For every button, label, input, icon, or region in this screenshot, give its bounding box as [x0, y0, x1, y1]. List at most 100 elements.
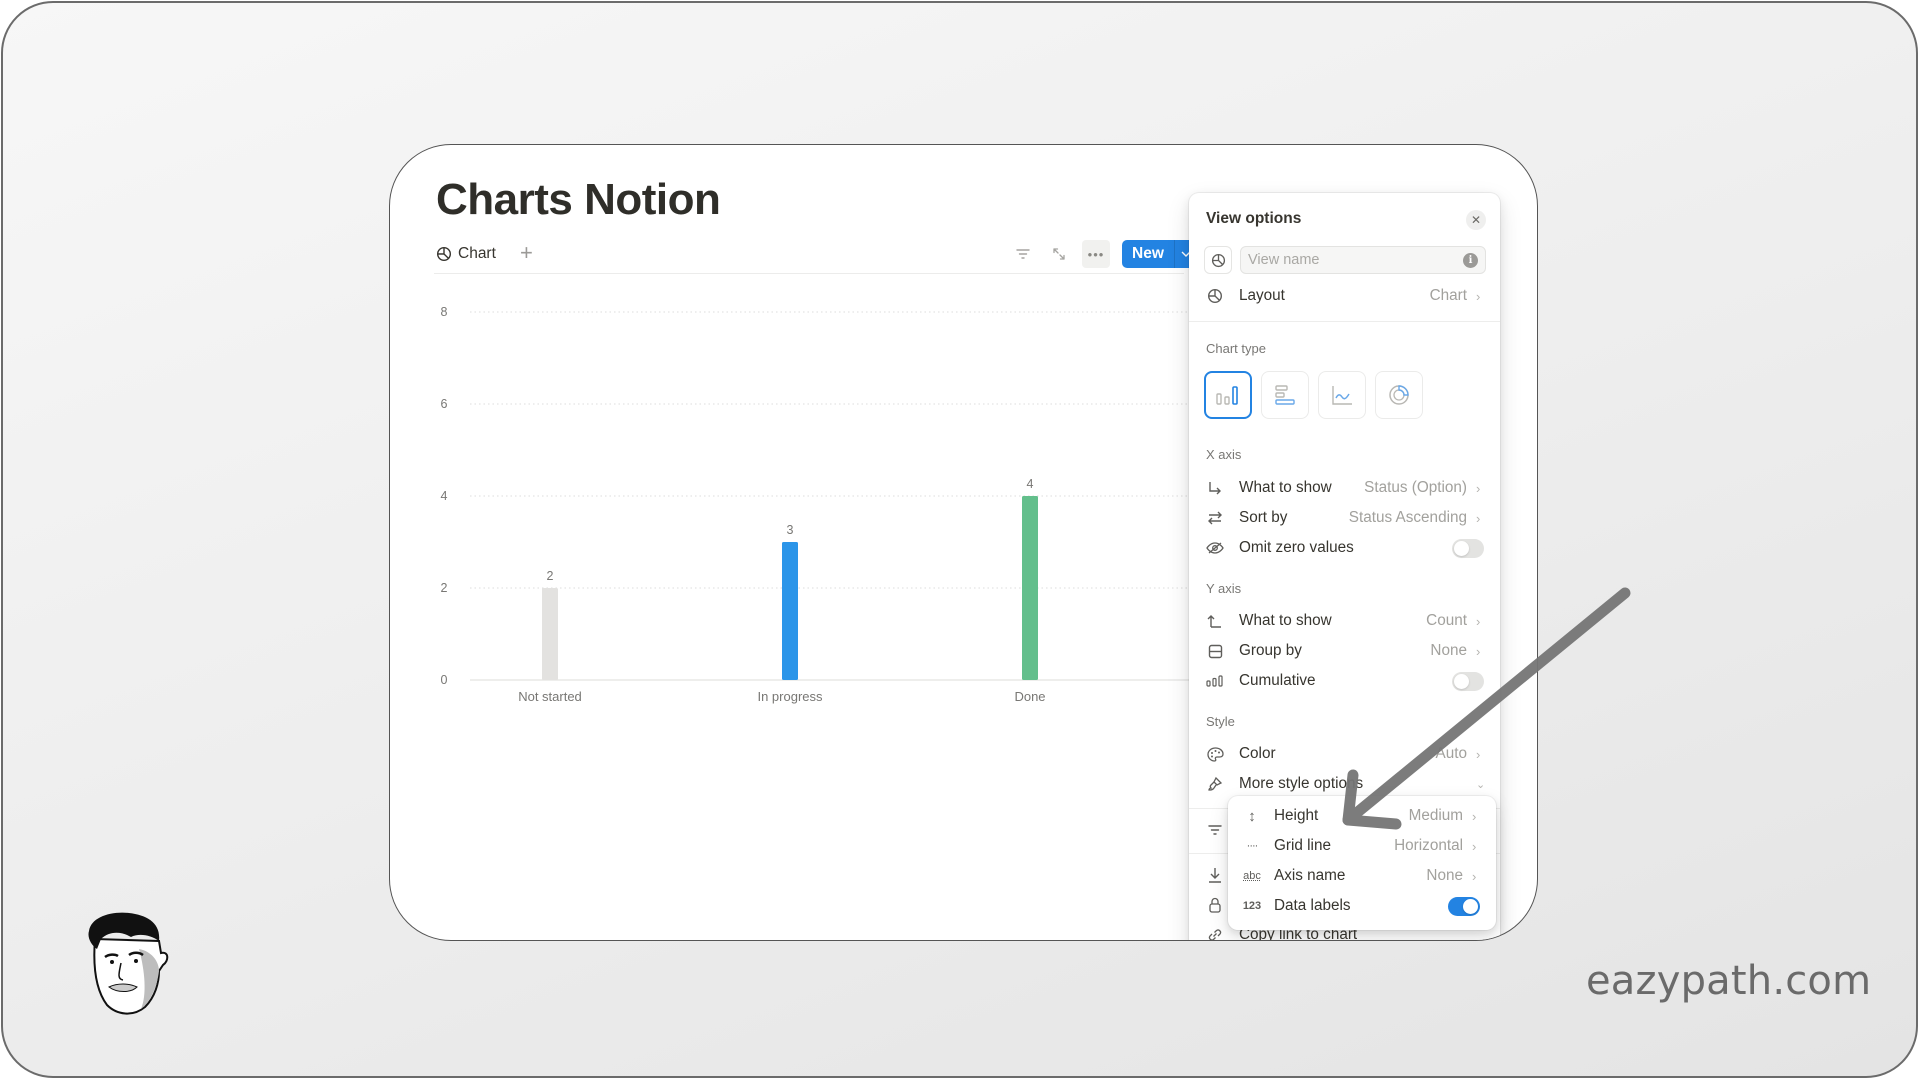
y-tick-label: 0 — [441, 673, 448, 687]
x-what-to-show-row[interactable]: What to show Status (Option) › — [1195, 473, 1494, 503]
chart-type-horizontal-bar[interactable] — [1261, 371, 1309, 419]
chart-type-line[interactable] — [1318, 371, 1366, 419]
group-by-value: None — [1430, 642, 1467, 659]
x-tick-label: In progress — [757, 689, 823, 704]
horizontal-bar-chart-icon — [1275, 385, 1295, 405]
chart-pie-icon — [1207, 288, 1223, 304]
cumulative-toggle[interactable] — [1452, 671, 1484, 691]
chart-type-vertical-bar[interactable] — [1204, 371, 1252, 419]
filter-icon — [1208, 825, 1222, 835]
data-label: 2 — [547, 569, 554, 583]
chevron-down-icon: ⌄ — [1476, 778, 1486, 791]
axis-name-row[interactable]: abc Axis name None › — [1232, 861, 1490, 891]
add-view-button[interactable]: + — [520, 241, 533, 265]
layout-row[interactable]: Layout Chart › — [1195, 281, 1494, 311]
eye-off-icon — [1206, 542, 1224, 554]
new-button-group: New — [1122, 240, 1198, 268]
bar-not-started — [542, 588, 558, 680]
omit-zero-toggle[interactable] — [1452, 538, 1484, 558]
y-what-to-show-value: Count — [1426, 612, 1467, 629]
chart-type-donut[interactable] — [1375, 371, 1423, 419]
y-tick-label: 2 — [441, 581, 448, 595]
filter-icon — [1016, 249, 1030, 259]
close-icon: ✕ — [1470, 213, 1482, 227]
chart-pie-icon — [436, 246, 452, 262]
data-label: 4 — [1027, 477, 1034, 491]
video-frame: Charts Notion Chart + ••• New 0 2 4 6 8 … — [1, 1, 1918, 1078]
expand-button[interactable] — [1046, 241, 1072, 267]
grid-line-row[interactable]: ···· Grid line Horizontal › — [1232, 831, 1490, 861]
color-value: Auto — [1435, 745, 1467, 762]
omit-zero-row: Omit zero values — [1195, 533, 1494, 563]
dotted-line-icon: ···· — [1246, 840, 1259, 852]
height-value: Medium — [1408, 807, 1463, 824]
chevron-right-icon: › — [1476, 510, 1481, 526]
more-style-options-label: More style options — [1239, 775, 1364, 792]
new-button[interactable]: New — [1122, 240, 1174, 268]
panel-title: View options — [1206, 210, 1302, 227]
close-button[interactable]: ✕ — [1466, 210, 1486, 230]
style-label: Style — [1206, 714, 1235, 729]
numbers-123-icon: 123 — [1242, 900, 1262, 912]
bar-chart: 0 2 4 6 8 2 Not started 3 In progress 4 Done — [430, 295, 1190, 865]
chart-type-label: Chart type — [1206, 341, 1266, 356]
more-options-button[interactable]: ••• — [1082, 240, 1110, 268]
view-icon-picker[interactable] — [1204, 246, 1232, 274]
y-tick-label: 8 — [441, 305, 448, 319]
more-style-options-menu: ↕ Height Medium › ···· Grid line Horizon… — [1228, 796, 1496, 930]
filter-button[interactable] — [1010, 241, 1036, 267]
x-axis-label: X axis — [1206, 447, 1242, 462]
layout-value: Chart — [1429, 287, 1467, 304]
chevron-right-icon: › — [1476, 288, 1481, 304]
omit-zero-label: Omit zero values — [1239, 539, 1354, 556]
group-icon — [1208, 644, 1222, 658]
bar-done — [1022, 496, 1038, 680]
y-tick-label: 6 — [441, 397, 448, 411]
arrow-up-corner-icon — [1207, 615, 1221, 628]
chart-pie-icon — [1211, 253, 1225, 267]
data-labels-label: Data labels — [1274, 897, 1351, 914]
notion-page-card: Charts Notion Chart + ••• New 0 2 4 6 8 … — [389, 144, 1538, 941]
chevron-right-icon: › — [1472, 838, 1477, 854]
paintbrush-icon — [1208, 776, 1223, 791]
download-icon — [1209, 868, 1221, 883]
group-by-row[interactable]: Group by None › — [1195, 636, 1494, 666]
sort-by-row[interactable]: Sort by Status Ascending › — [1195, 503, 1494, 533]
tab-chart[interactable]: Chart — [436, 239, 496, 269]
group-by-label: Group by — [1239, 642, 1302, 659]
x-tick-label: Done — [1014, 689, 1045, 704]
chart-type-selector — [1204, 371, 1423, 419]
expand-icon — [1053, 248, 1065, 260]
sort-by-label: Sort by — [1239, 509, 1288, 526]
data-labels-row: 123 Data labels — [1232, 891, 1490, 921]
data-labels-toggle[interactable] — [1448, 896, 1480, 916]
chevron-right-icon: › — [1472, 808, 1477, 824]
bar-in-progress — [782, 542, 798, 680]
palette-icon — [1206, 746, 1224, 762]
y-what-to-show-row[interactable]: What to show Count › — [1195, 606, 1494, 636]
y-tick-label: 4 — [441, 489, 448, 503]
more-style-options-row[interactable]: More style options ⌄ — [1195, 769, 1494, 799]
height-row[interactable]: ↕ Height Medium › — [1232, 801, 1490, 831]
info-icon[interactable]: i — [1463, 253, 1478, 268]
cumulative-bars-icon — [1206, 675, 1223, 687]
more-horizontal-icon: ••• — [1087, 246, 1105, 262]
y-what-to-show-label: What to show — [1239, 612, 1332, 629]
x-tick-label: Not started — [518, 689, 582, 704]
chevron-right-icon: › — [1476, 480, 1481, 496]
vertical-bar-chart-icon — [1216, 386, 1238, 405]
arrow-down-right-icon — [1209, 482, 1221, 495]
bar-chart-svg: 0 2 4 6 8 2 Not started 3 In progress 4 Done — [441, 305, 1190, 704]
lock-icon — [1209, 897, 1221, 913]
avatar-illustration — [88, 912, 169, 1015]
cumulative-row: Cumulative — [1195, 666, 1494, 696]
chevron-right-icon: › — [1476, 746, 1481, 762]
view-name-input[interactable] — [1240, 246, 1486, 274]
color-row[interactable]: Color Auto › — [1195, 739, 1494, 769]
chevron-right-icon: › — [1476, 643, 1481, 659]
database-toolbar: ••• New — [1010, 239, 1198, 269]
watermark-brand: eazypath.com — [1586, 958, 1872, 1004]
height-label: Height — [1274, 807, 1319, 824]
link-icon — [1208, 929, 1222, 940]
axis-name-value: None — [1426, 867, 1463, 884]
